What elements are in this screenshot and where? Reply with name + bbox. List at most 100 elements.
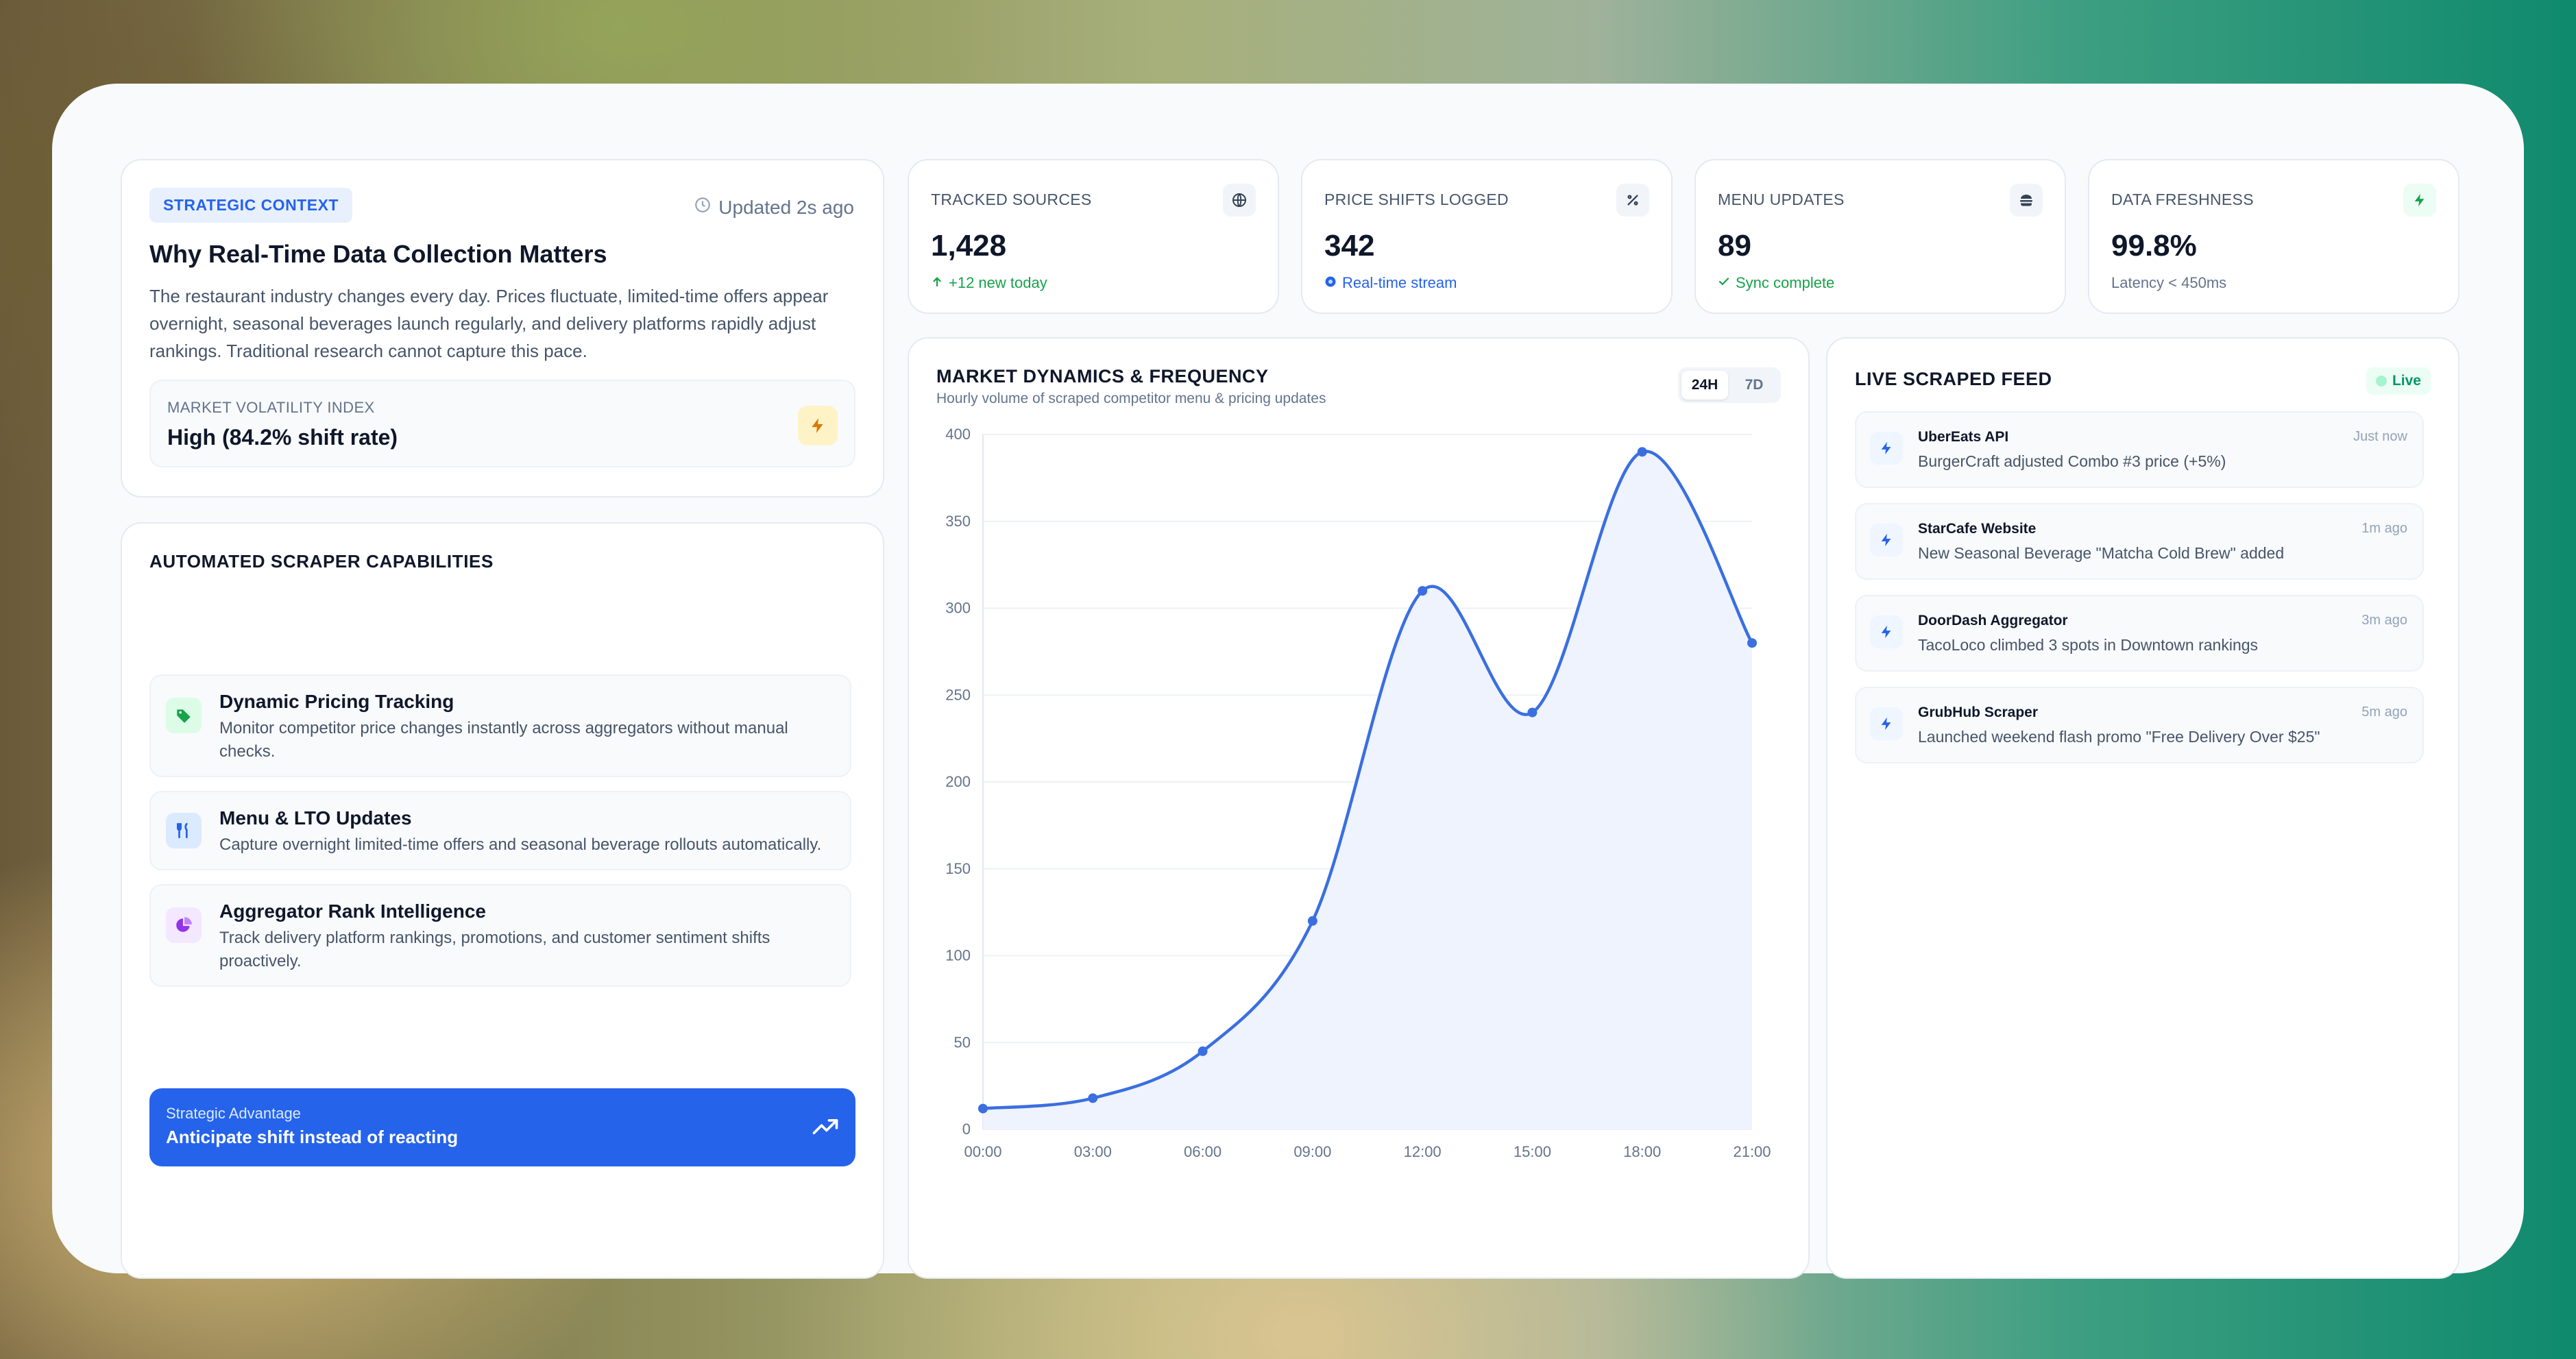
stat-subtext: Latency < 450ms <box>2111 274 2227 291</box>
data-point <box>1637 447 1647 457</box>
stat-subtext: +12 new today <box>931 274 1047 292</box>
advantage-value: Anticipate shift instead of reacting <box>166 1127 459 1147</box>
data-point <box>1307 916 1317 926</box>
market-dynamics-chart-card: MARKET DYNAMICS & FREQUENCY Hourly volum… <box>908 337 1810 1279</box>
x-tick-label: 06:00 <box>1184 1143 1222 1160</box>
x-tick-label: 12:00 <box>1404 1143 1442 1160</box>
feed-item[interactable]: UberEats API BurgerCraft adjusted Combo … <box>1855 411 2424 488</box>
y-tick-label: 0 <box>962 1121 971 1138</box>
capability-item: Dynamic Pricing Tracking Monitor competi… <box>149 674 851 777</box>
bolt-icon <box>1870 432 1903 465</box>
feed-item[interactable]: DoorDash Aggregator TacoLoco climbed 3 s… <box>1855 595 2424 672</box>
capability-name: Menu & LTO Updates <box>219 807 412 829</box>
volatility-label: MARKET VOLATILITY INDEX <box>167 399 375 416</box>
bolt-icon <box>798 406 838 445</box>
series-area <box>983 451 1752 1129</box>
live-feed-card: LIVE SCRAPED FEED Live UberEats API Burg… <box>1826 337 2459 1279</box>
y-tick-label: 150 <box>945 860 971 877</box>
trending-up-icon <box>810 1112 840 1145</box>
x-tick-label: 03:00 <box>1074 1143 1112 1160</box>
updated-timestamp: Updated 2s ago <box>694 196 854 219</box>
y-tick-label: 200 <box>945 773 971 790</box>
stat-card-data-freshness: DATA FRESHNESS 99.8% Latency < 450ms <box>2088 159 2459 314</box>
feed-title: LIVE SCRAPED FEED <box>1855 369 2052 389</box>
stat-card-menu-updates: MENU UPDATES 89 Sync complete <box>1694 159 2066 314</box>
data-point <box>1088 1093 1098 1103</box>
data-point <box>1747 638 1757 648</box>
feed-item[interactable]: GrubHub Scraper Launched weekend flash p… <box>1855 687 2424 763</box>
y-tick-label: 50 <box>954 1033 971 1051</box>
context-title: Why Real-Time Data Collection Matters <box>149 240 607 268</box>
stat-value: 99.8% <box>2111 229 2197 262</box>
dashboard-frame: STRATEGIC CONTEXT Updated 2s ago Why Rea… <box>52 84 2524 1279</box>
feed-source: StarCafe Website <box>1918 521 2037 537</box>
burger-icon <box>2010 184 2043 217</box>
capabilities-title: AUTOMATED SCRAPER CAPABILITIES <box>149 551 494 572</box>
live-dot-icon <box>1324 274 1337 292</box>
volatility-value: High (84.2% shift rate) <box>167 425 398 450</box>
stat-label: PRICE SHIFTS LOGGED <box>1324 191 1509 208</box>
stat-card-tracked-sources: TRACKED SOURCES 1,428 +12 new today <box>908 159 1279 314</box>
scraper-capabilities-card: AUTOMATED SCRAPER CAPABILITIES Dynamic P… <box>121 522 884 1279</box>
y-tick-label: 250 <box>945 686 971 703</box>
feed-source: GrubHub Scraper <box>1918 705 2039 720</box>
feed-message: TacoLoco climbed 3 spots in Downtown ran… <box>1918 636 2259 654</box>
feed-item[interactable]: StarCafe Website New Seasonal Beverage "… <box>1855 503 2424 580</box>
data-point <box>1198 1046 1208 1056</box>
bolt-icon <box>2403 184 2436 217</box>
x-tick-label: 21:00 <box>1733 1143 1771 1160</box>
percent-icon <box>1616 184 1649 217</box>
x-tick-label: 18:00 <box>1623 1143 1661 1160</box>
clock-icon <box>694 196 712 219</box>
y-tick-label: 350 <box>945 513 971 530</box>
strategic-context-card: STRATEGIC CONTEXT Updated 2s ago Why Rea… <box>121 159 884 498</box>
arrow-up-icon <box>931 274 943 292</box>
feed-time: 3m ago <box>2361 613 2407 628</box>
line-chart: 0 50 100 150 200 250 300 350 400 00:00 03:00 06:00 0… <box>945 426 1771 1160</box>
feed-time: Just now <box>2353 429 2407 444</box>
capability-item: Menu & LTO Updates Capture overnight lim… <box>149 791 851 870</box>
stat-label: MENU UPDATES <box>1718 191 1845 208</box>
updated-text: Updated 2s ago <box>718 196 854 218</box>
stat-card-price-shifts: PRICE SHIFTS LOGGED 342 Real-time stream <box>1301 159 1673 314</box>
globe-icon <box>1223 184 1256 217</box>
capability-description: Track delivery platform rankings, promot… <box>219 929 770 970</box>
bolt-icon <box>1870 524 1903 556</box>
strategic-context-pill: STRATEGIC CONTEXT <box>149 188 352 223</box>
advantage-label: Strategic Advantage <box>166 1105 301 1122</box>
feed-time: 1m ago <box>2361 521 2407 536</box>
stat-subtext: Sync complete <box>1718 274 1834 292</box>
feed-time: 5m ago <box>2361 705 2407 720</box>
live-badge: Live <box>2366 367 2431 395</box>
volatility-index-box: MARKET VOLATILITY INDEX High (84.2% shif… <box>149 380 855 467</box>
data-point <box>1527 707 1538 718</box>
stat-value: 342 <box>1324 229 1375 262</box>
stat-value: 89 <box>1718 229 1751 262</box>
stat-subtext: Real-time stream <box>1324 274 1457 292</box>
y-tick-label: 400 <box>945 426 971 443</box>
x-tick-label: 00:00 <box>964 1143 1001 1160</box>
y-tick-label: 100 <box>945 947 971 964</box>
check-icon <box>1718 274 1730 292</box>
capability-name: Dynamic Pricing Tracking <box>219 691 454 712</box>
capability-name: Aggregator Rank Intelligence <box>219 901 486 922</box>
strategic-advantage-banner: Strategic Advantage Anticipate shift ins… <box>149 1088 855 1166</box>
capability-description: Capture overnight limited-time offers an… <box>219 835 822 854</box>
data-point <box>978 1103 988 1114</box>
feed-source: DoorDash Aggregator <box>1918 613 2068 628</box>
x-tick-label: 15:00 <box>1514 1143 1551 1160</box>
feed-message: New Seasonal Beverage "Matcha Cold Brew"… <box>1918 544 2285 562</box>
data-point <box>1418 586 1428 596</box>
feed-source: UberEats API <box>1918 429 2009 445</box>
feed-message: BurgerCraft adjusted Combo #3 price (+5%… <box>1918 452 2226 470</box>
stat-value: 1,428 <box>931 229 1007 262</box>
utensils-icon <box>166 813 202 848</box>
feed-message: Launched weekend flash promo "Free Deliv… <box>1918 728 2320 746</box>
y-tick-label: 300 <box>945 600 971 617</box>
bolt-icon <box>1870 615 1903 648</box>
pie-chart-icon <box>166 907 202 943</box>
live-dot-icon <box>2375 376 2387 387</box>
tag-icon <box>166 698 202 733</box>
context-description: The restaurant industry changes every da… <box>149 286 829 361</box>
stat-label: DATA FRESHNESS <box>2111 191 2254 208</box>
